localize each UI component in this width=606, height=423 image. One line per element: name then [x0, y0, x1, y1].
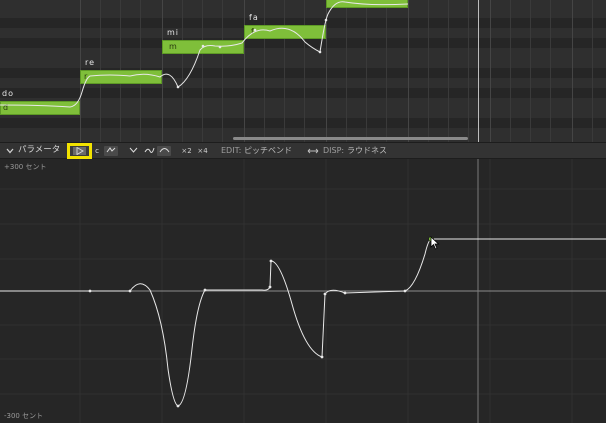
pitch-bend-canvas[interactable]: [0, 159, 606, 423]
parameter-toolbar: パラメータ c ×2 ×4 EDIT: ピッチベンド DISP: ラウドネス: [0, 142, 606, 159]
control-point: [203, 288, 207, 292]
arc-icon: [159, 148, 169, 153]
edit-mode-select[interactable]: ピッチベンド: [244, 143, 292, 158]
tool-button-smooth[interactable]: [142, 146, 156, 156]
control-point: [343, 291, 347, 295]
tool-button-down[interactable]: [127, 146, 139, 156]
tool-button-c[interactable]: c: [94, 146, 100, 156]
pitch-curve-preview: [0, 1, 409, 108]
curve-tool-icon: [106, 147, 116, 153]
piano-roll[interactable]: d do r re m mi f fa: [0, 0, 606, 142]
zoom-x4-button[interactable]: ×4: [196, 146, 209, 156]
control-point: [323, 292, 327, 296]
control-point: [176, 404, 180, 408]
panel-title: パラメータ: [18, 145, 61, 155]
playhead[interactable]: [478, 0, 479, 142]
control-point: [269, 259, 273, 263]
control-point: [128, 289, 132, 293]
chevron-down-icon: [129, 147, 137, 153]
chevron-down-icon[interactable]: [6, 143, 14, 158]
parameter-graph[interactable]: +300 セント -300 セント: [0, 159, 606, 423]
editor-window: d do r re m mi f fa パラメータ c ×2 ×4 EDIT: …: [0, 0, 606, 423]
control-point: [320, 355, 324, 359]
play-button[interactable]: [67, 143, 92, 159]
pitch-bend-curve: [0, 238, 606, 407]
edit-label: EDIT:: [221, 146, 242, 155]
tool-button-arc[interactable]: [157, 146, 171, 156]
disp-label: DISP:: [323, 146, 345, 155]
zoom-x2-button[interactable]: ×2: [180, 146, 193, 156]
control-point: [268, 285, 272, 289]
axis-bottom-label: -300 セント: [4, 412, 44, 420]
control-point: [88, 289, 92, 293]
control-point: [403, 289, 407, 293]
double-arrow-icon[interactable]: [307, 143, 319, 158]
mouse-cursor-icon: [430, 236, 440, 250]
tool-button-curve[interactable]: [104, 146, 118, 156]
axis-top-label: +300 セント: [4, 163, 47, 171]
smooth-icon: [144, 147, 154, 153]
horizontal-scrollbar[interactable]: [233, 137, 468, 140]
play-icon: [76, 147, 84, 155]
display-mode-select[interactable]: ラウドネス: [347, 143, 387, 158]
